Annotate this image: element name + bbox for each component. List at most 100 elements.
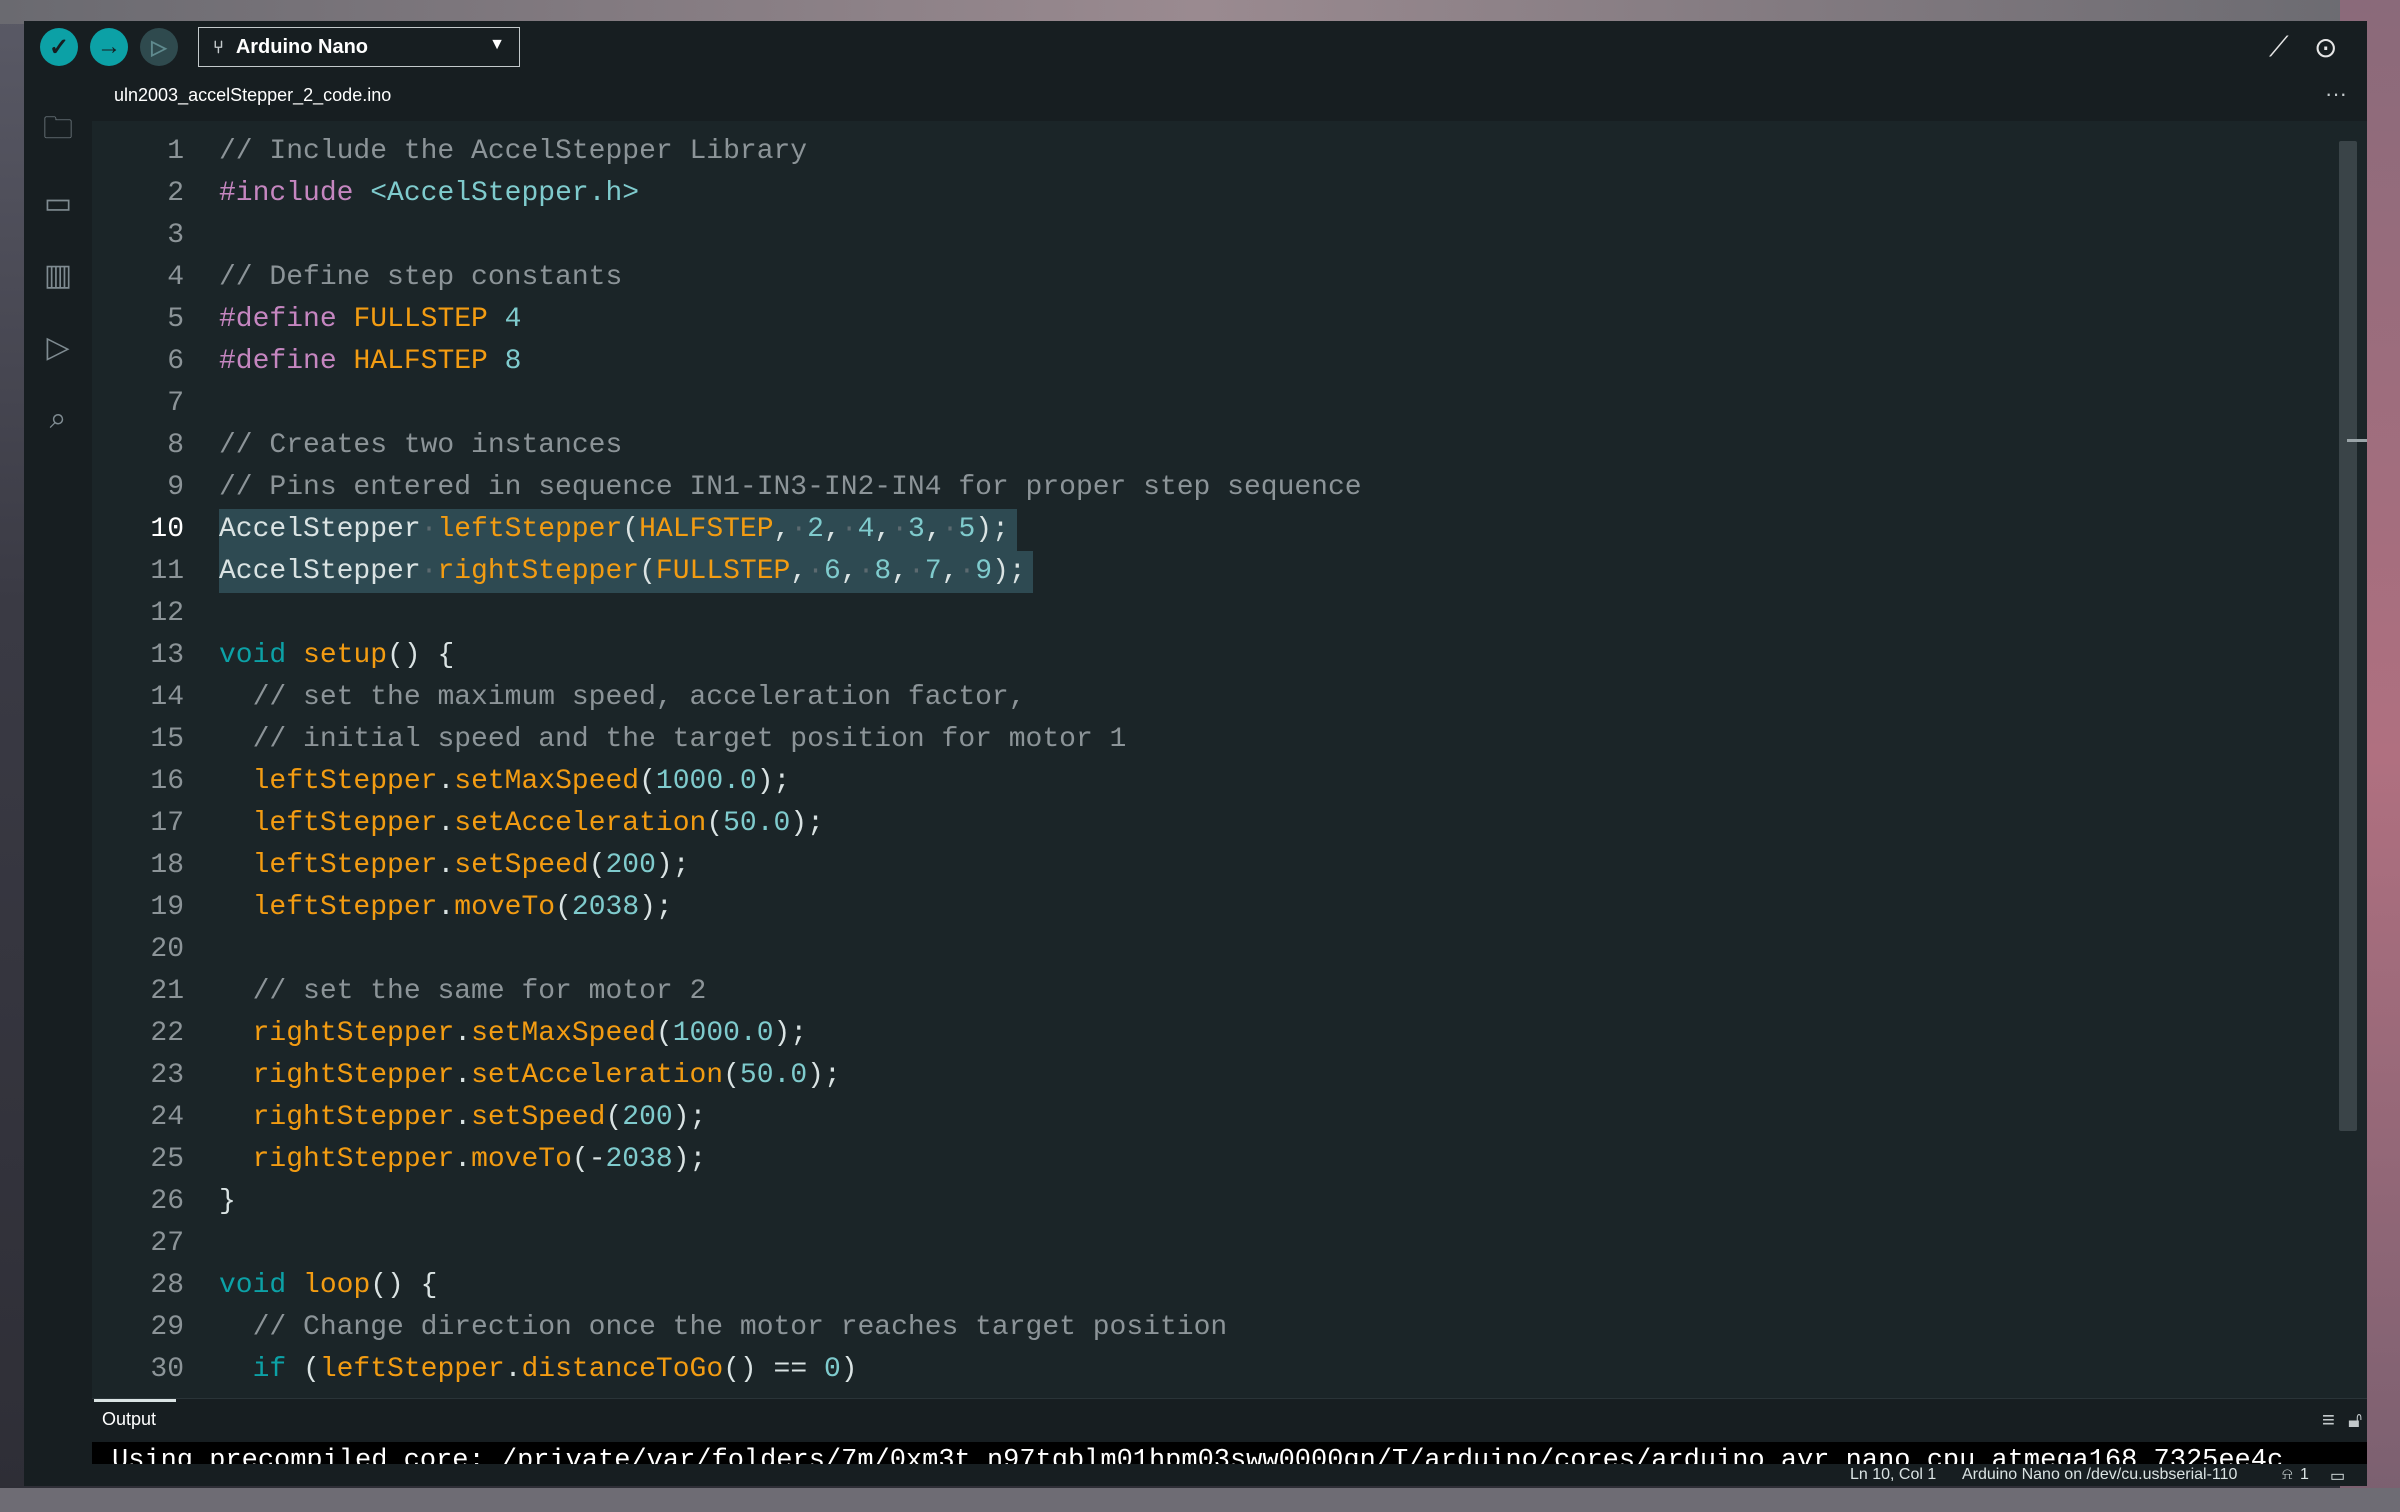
folder-icon[interactable]: 🗀 — [38, 111, 78, 151]
clear-output-icon[interactable]: ≡ — [2322, 1407, 2335, 1433]
library-icon[interactable]: ▥ — [38, 255, 78, 295]
code-text: // set the same for motor 2 — [252, 976, 707, 1007]
code-line[interactable]: 2 #include <AccelStepper.h> — [92, 173, 2322, 215]
scrollbar-position-marker — [2347, 439, 2367, 442]
desktop-backdrop-bottom — [0, 1488, 2400, 1512]
line-number: 2 — [167, 178, 184, 209]
debug-icon[interactable]: ▷ — [38, 327, 78, 367]
code-line[interactable]: 24 rightStepper.setSpeed(200); — [92, 1097, 2322, 1139]
line-number: 15 — [150, 724, 184, 755]
code-text: AccelStepper·rightStepper(FULLSTEP,·6,·8… — [219, 556, 1026, 587]
editor-scrollbar[interactable] — [2339, 141, 2357, 1131]
board-name: Arduino Nano — [235, 35, 369, 58]
code-text: void setup() { — [219, 640, 455, 671]
debug-icon: ▷ — [151, 36, 167, 59]
toggle-panel-icon[interactable]: ▭ — [2330, 1466, 2345, 1486]
debug-button[interactable]: ▷ — [140, 28, 178, 66]
code-line[interactable]: 29 // Change direction once the motor re… — [92, 1307, 2322, 1349]
code-editor[interactable]: 1 // Include the AccelStepper Library 2 #in… — [92, 121, 2367, 1398]
serial-monitor-icon[interactable]: ⊙ — [2314, 31, 2337, 64]
code-line[interactable]: 5 #define FULLSTEP 4 — [92, 299, 2322, 341]
line-number: 9 — [167, 472, 184, 503]
code-line[interactable]: 1 // Include the AccelStepper Library — [92, 131, 2322, 173]
line-number: 21 — [150, 976, 184, 1007]
code-line[interactable]: 19 leftStepper.moveTo(2038); — [92, 887, 2322, 929]
sidebar: 🗀 ▭ ▥ ▷ ⌕ — [24, 73, 92, 1486]
code-text: #define HALFSTEP 8 — [219, 346, 522, 377]
code-line[interactable]: 11 AccelStepper·rightStepper(FULLSTEP,·6,… — [92, 551, 2322, 593]
code-line[interactable]: 6 #define HALFSTEP 8 — [92, 341, 2322, 383]
tab-sketch-file[interactable]: uln2003_accelStepper_2_code.ino — [102, 85, 403, 111]
code-line[interactable]: 17 leftStepper.setAcceleration(50.0); — [92, 803, 2322, 845]
board-selector[interactable]: ⑂ Arduino Nano ▼ — [198, 27, 520, 67]
line-number: 19 — [150, 892, 184, 923]
code-line[interactable]: 14 // set the maximum speed, acceleratio… — [92, 677, 2322, 719]
more-icon[interactable]: ··· — [2325, 81, 2347, 107]
code-line[interactable]: 20 — [92, 929, 2322, 971]
code-line[interactable]: 25 rightStepper.moveTo(-2038); — [92, 1139, 2322, 1181]
code-line[interactable]: 15 // initial speed and the target posit… — [92, 719, 2322, 761]
line-number: 22 — [150, 1018, 184, 1049]
code-text: rightStepper.setAcceleration(50.0); — [252, 1060, 841, 1091]
code-text: rightStepper.setMaxSpeed(1000.0); — [252, 1018, 808, 1049]
line-number: 14 — [150, 682, 184, 713]
code-line[interactable]: 23 rightStepper.setAcceleration(50.0); — [92, 1055, 2322, 1097]
code-line[interactable]: 9 // Pins entered in sequence IN1-IN3-IN2… — [92, 467, 2322, 509]
board-manager-icon[interactable]: ▭ — [38, 183, 78, 223]
code-line[interactable]: 18 leftStepper.setSpeed(200); — [92, 845, 2322, 887]
code-line[interactable]: 3 — [92, 215, 2322, 257]
code-text: // Include the AccelStepper Library — [219, 136, 808, 167]
code-line[interactable]: 8 // Creates two instances — [92, 425, 2322, 467]
code-line[interactable]: 22 rightStepper.setMaxSpeed(1000.0); — [92, 1013, 2322, 1055]
line-number: 7 — [167, 388, 184, 419]
code-text: // Creates two instances — [219, 430, 623, 461]
line-number: 12 — [150, 598, 184, 629]
code-text: if (leftStepper.distanceToGo() == 0) — [252, 1354, 858, 1385]
serial-plotter-icon[interactable]: ⟋ — [2269, 31, 2289, 64]
code-line[interactable]: 4 // Define step constants — [92, 257, 2322, 299]
code-line[interactable]: 28 void loop() { — [92, 1265, 2322, 1307]
code-text: // Define step constants — [219, 262, 623, 293]
verify-button[interactable]: ✓ — [40, 28, 78, 66]
code-text: rightStepper.moveTo(-2038); — [252, 1144, 707, 1175]
arrow-right-icon: → — [97, 33, 121, 60]
code-line[interactable]: 30 if (leftStepper.distanceToGo() == 0) — [92, 1349, 2322, 1391]
code-text: void loop() { — [219, 1270, 438, 1301]
output-console[interactable]: Using precompiled core: /private/var/fol… — [92, 1442, 2367, 1464]
code-text: rightStepper.setSpeed(200); — [252, 1102, 707, 1133]
notification-count: 1 — [2300, 1466, 2309, 1483]
check-icon: ✓ — [48, 33, 70, 61]
code-line[interactable]: 26} — [92, 1181, 2322, 1223]
search-icon[interactable]: ⌕ — [38, 399, 78, 439]
line-number: 10 — [150, 514, 184, 545]
code-line[interactable]: 10 AccelStepper·leftStepper(HALFSTEP,·2,·… — [92, 509, 2322, 551]
code-text: leftStepper.moveTo(2038); — [252, 892, 673, 923]
board-port-status[interactable]: Arduino Nano on /dev/cu.usbserial-110 — [1962, 1466, 2237, 1484]
line-number: 1 — [167, 136, 184, 167]
lock-icon[interactable]: 🔓︎ — [2348, 1407, 2362, 1433]
cursor-position[interactable]: Ln 10, Col 1 — [1850, 1466, 1936, 1484]
line-number: 26 — [150, 1186, 184, 1217]
status-bar: Ln 10, Col 1 Arduino Nano on /dev/cu.usb… — [24, 1464, 2367, 1486]
code-line[interactable]: 21 // set the same for motor 2 — [92, 971, 2322, 1013]
output-line: Using precompiled core: /private/var/fol… — [112, 1446, 2284, 1464]
line-number: 28 — [150, 1270, 184, 1301]
line-number: 4 — [167, 262, 184, 293]
output-panel-header: Output ≡ 🔓︎ — [92, 1398, 2367, 1443]
code-line[interactable]: 12 — [92, 593, 2322, 635]
line-number: 27 — [150, 1228, 184, 1259]
code-text: leftStepper.setSpeed(200); — [252, 850, 690, 881]
code-line[interactable]: 16 leftStepper.setMaxSpeed(1000.0); — [92, 761, 2322, 803]
output-tab[interactable]: Output — [102, 1409, 156, 1430]
line-number: 24 — [150, 1102, 184, 1133]
code-line[interactable]: 7 — [92, 383, 2322, 425]
code-line[interactable]: 27 — [92, 1223, 2322, 1265]
toolbar: ✓ → ▷ ⑂ Arduino Nano ▼ ⟋ ⊙ — [24, 21, 2367, 73]
code-line[interactable]: 13 void setup() { — [92, 635, 2322, 677]
code-text: // set the maximum speed, acceleration f… — [252, 682, 1026, 713]
upload-button[interactable]: → — [90, 28, 128, 66]
line-number: 8 — [167, 430, 184, 461]
output-tab-underline — [94, 1399, 176, 1402]
bell-icon[interactable]: ⍾ — [2282, 1466, 2293, 1484]
line-number: 23 — [150, 1060, 184, 1091]
